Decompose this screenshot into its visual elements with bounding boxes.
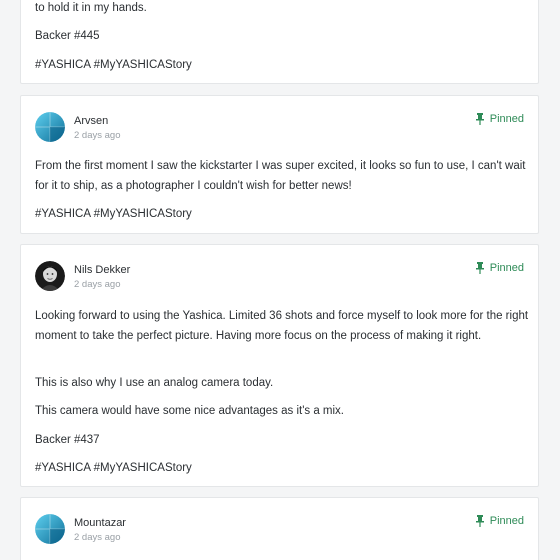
post-paragraph: From the first moment I saw the kickstar…	[35, 160, 526, 192]
post-hashtags: #YASHICA #MyYASHICAStory	[35, 59, 192, 71]
post-hashtags: #YASHICA #MyYASHICAStory	[35, 462, 192, 474]
post-date: 2 days ago	[74, 532, 121, 543]
post-date: 2 days ago	[74, 279, 121, 290]
post-card: to hold it in my hands. Backer #445 #YAS…	[20, 0, 539, 84]
post-paragraph: to hold it in my hands.	[35, 2, 147, 14]
post-paragraph: Looking forward to using the Yashica. Li…	[35, 310, 529, 342]
post-paragraph: Backer #445	[35, 30, 100, 42]
pin-icon	[475, 515, 484, 527]
pinned-badge: Pinned	[475, 113, 524, 125]
pinned-label: Pinned	[489, 113, 524, 125]
pin-icon	[475, 262, 484, 274]
post-hashtags: #YASHICA #MyYASHICAStory	[35, 208, 192, 220]
post-card: Arvsen 2 days ago Pinned From the first …	[20, 95, 539, 234]
pinned-label: Pinned	[489, 262, 524, 274]
author-name[interactable]: Nils Dekker	[74, 264, 130, 276]
author-name[interactable]: Arvsen	[74, 115, 108, 127]
post-card: Mountazar 2 days ago Pinned	[20, 497, 539, 560]
pinned-label: Pinned	[489, 515, 524, 527]
teal-sphere-avatar-icon[interactable]	[35, 514, 65, 544]
teal-sphere-avatar-icon[interactable]	[35, 112, 65, 142]
post-paragraph: This is also why I use an analog camera …	[35, 377, 274, 389]
post-date: 2 days ago	[74, 130, 121, 141]
post-card: Nils Dekker 2 days ago Pinned Looking fo…	[20, 244, 539, 487]
pin-icon	[475, 113, 484, 125]
user-photo-avatar[interactable]	[35, 261, 65, 291]
author-name[interactable]: Mountazar	[74, 517, 126, 529]
pinned-badge: Pinned	[475, 262, 524, 274]
post-paragraph: Backer #437	[35, 434, 100, 446]
post-paragraph: This camera would have some nice advanta…	[35, 405, 345, 417]
pinned-badge: Pinned	[475, 515, 524, 527]
